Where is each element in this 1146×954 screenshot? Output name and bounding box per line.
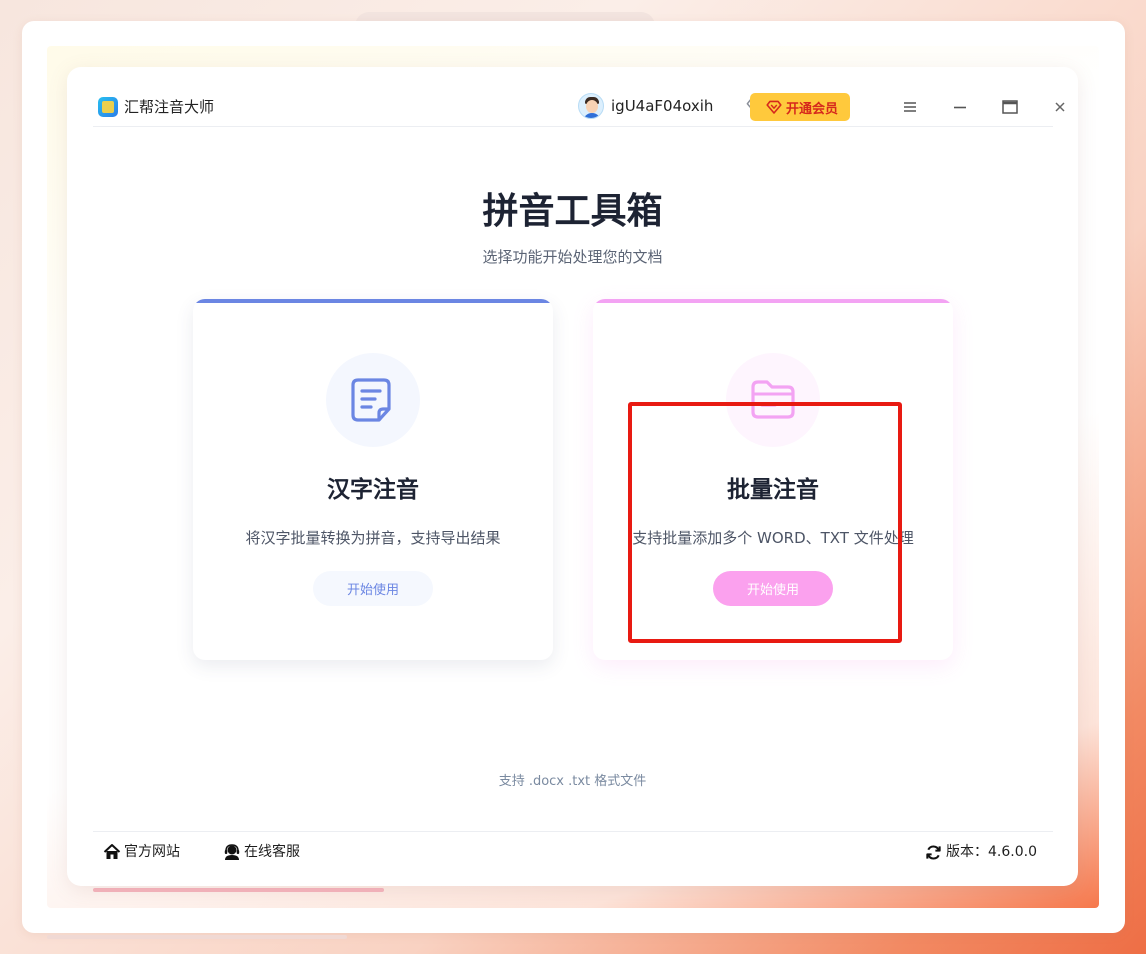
card-hanzi-zhuyin[interactable]: 汉字注音 将汉字批量转换为拼音，支持导出结果 开始使用 <box>193 299 553 660</box>
vip-diamond-icon <box>766 100 782 114</box>
vip-button[interactable]: 开通会员 <box>750 93 850 121</box>
card-accent-bar <box>193 299 553 303</box>
support-note: 支持 .docx .txt 格式文件 <box>498 774 647 789</box>
page-subtitle: 选择功能开始处理您的文档 <box>482 248 663 266</box>
start-button[interactable]: 开始使用 <box>713 571 833 606</box>
card-icon-circle <box>726 353 820 447</box>
vip-label: 开通会员 <box>785 101 838 117</box>
title-bar: 汇帮注音大师 igU4aF04oxih 开通会员 <box>93 87 1065 127</box>
card-title: 批量注音 <box>727 477 819 503</box>
app-title: 汇帮注音大师 <box>124 98 215 116</box>
card-icon-circle <box>326 353 420 447</box>
card-accent-bar <box>593 299 953 303</box>
customer-service-icon <box>224 844 240 860</box>
document-icon <box>351 378 391 422</box>
card-batch-zhuyin[interactable]: 批量注音 支持批量添加多个 WORD、TXT 文件处理 开始使用 <box>593 299 953 660</box>
close-icon[interactable] <box>1047 94 1073 120</box>
menu-icon[interactable] <box>897 94 923 120</box>
home-icon <box>103 844 121 859</box>
version-info[interactable]: 版本：4.6.0.0 <box>925 842 1037 862</box>
folder-icon <box>751 380 795 419</box>
official-site-link[interactable]: 官方网站 <box>103 842 180 862</box>
minimize-icon[interactable] <box>947 94 973 120</box>
card-description: 将汉字批量转换为拼音，支持导出结果 <box>245 529 501 547</box>
online-service-link[interactable]: 在线客服 <box>223 842 300 862</box>
card-title: 汉字注音 <box>327 477 419 503</box>
background-bar <box>93 888 384 892</box>
page-title: 拼音工具箱 <box>482 191 663 232</box>
footer: 官方网站 在线客服 版本：4.6.0.0 <box>93 831 1053 871</box>
maximize-icon[interactable] <box>997 94 1023 120</box>
username[interactable]: igU4aF04oxih <box>611 96 713 116</box>
version-label: 版本：4.6.0.0 <box>946 844 1037 860</box>
refresh-icon <box>926 844 941 860</box>
start-button[interactable]: 开始使用 <box>313 571 433 606</box>
app-logo-icon <box>98 97 118 117</box>
app-window: 汇帮注音大师 igU4aF04oxih 开通会员 拼音工具箱 选择功能开始处理您… <box>67 67 1078 886</box>
user-avatar[interactable] <box>578 93 604 119</box>
card-description: 支持批量添加多个 WORD、TXT 文件处理 <box>632 529 914 547</box>
background-bar <box>47 935 347 939</box>
